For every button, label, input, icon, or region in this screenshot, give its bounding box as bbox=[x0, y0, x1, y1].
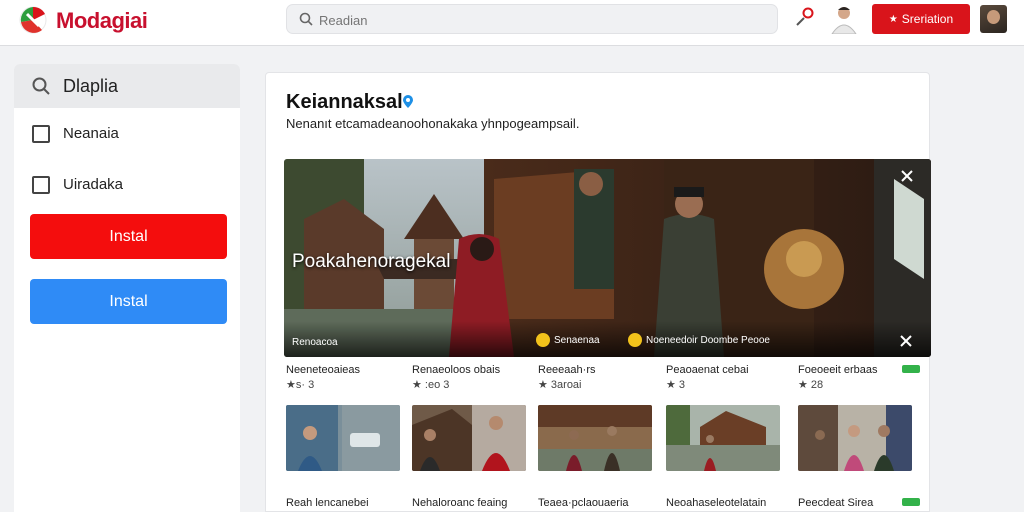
thumbnail[interactable] bbox=[286, 405, 400, 471]
cta-label: Sreriation bbox=[901, 12, 954, 26]
list-item-meta[interactable]: Renaeoloos obais ★ :eo 3 bbox=[412, 363, 542, 393]
filter-label: Uiradaka bbox=[63, 176, 124, 193]
list-item-title[interactable]: Peecdeat Sirea bbox=[798, 497, 873, 509]
user-profile-icon[interactable] bbox=[826, 4, 862, 34]
thumbnail[interactable] bbox=[538, 405, 652, 471]
close-icon[interactable] bbox=[900, 335, 912, 347]
item-title: Peaoaenat cebai bbox=[666, 364, 749, 376]
thumbnail[interactable] bbox=[412, 405, 526, 471]
install-button-red[interactable]: Instal bbox=[30, 214, 227, 259]
thumbnail-image bbox=[412, 405, 526, 471]
list-item-meta[interactable]: Reeeaah·rs ★ 3aroai bbox=[538, 363, 668, 393]
sidebar: Dlaplia Neanaia Uiradaka Instal Instal bbox=[14, 64, 240, 512]
top-bar: Modagiai ★ Sreriation bbox=[0, 0, 1024, 46]
search-input[interactable] bbox=[319, 9, 759, 31]
thumbnail-image bbox=[286, 405, 400, 471]
hero-caption: Poakahenoragekal bbox=[292, 251, 451, 272]
badge-icon bbox=[536, 333, 550, 347]
page-subtitle: Nenanıt etcamadeanoohonakaka yhnpogeamps… bbox=[286, 116, 580, 131]
close-icon[interactable] bbox=[900, 169, 914, 183]
hero-chip-label: Noeneedoir Doombe Peooe bbox=[646, 334, 770, 346]
thumbnail-image bbox=[798, 405, 912, 471]
install-button-blue[interactable]: Instal bbox=[30, 279, 227, 324]
status-badge bbox=[902, 365, 920, 373]
hero-footer-label: Renoacoa bbox=[292, 337, 338, 348]
hero-chip-label: Senaenaa bbox=[554, 334, 600, 346]
avatar[interactable] bbox=[980, 5, 1007, 33]
brand-name[interactable]: Modagiai bbox=[56, 8, 148, 34]
location-pin-icon[interactable] bbox=[794, 6, 816, 28]
status-badge bbox=[902, 498, 920, 506]
hero-chip[interactable]: Senaenaa bbox=[536, 333, 600, 347]
list-item-title[interactable]: Reah lencanebei bbox=[286, 497, 369, 509]
item-rating: ★ 28 bbox=[798, 379, 824, 391]
list-item-title[interactable]: Teaea·pclaouaeria bbox=[538, 497, 629, 509]
sidebar-search[interactable]: Dlaplia bbox=[14, 64, 240, 108]
item-title: Renaeoloos obais bbox=[412, 364, 501, 376]
filter-checkbox[interactable] bbox=[32, 125, 50, 143]
search-icon bbox=[32, 77, 50, 95]
list-item-title[interactable]: Neoahaseleotelatain bbox=[666, 497, 766, 509]
sidebar-search-label: Dlaplia bbox=[63, 76, 119, 96]
item-rating: ★ :eo 3 bbox=[412, 379, 450, 391]
cta-button[interactable]: ★ Sreriation bbox=[872, 4, 970, 34]
item-rating: ★ 3 bbox=[666, 379, 686, 391]
search-icon bbox=[299, 12, 313, 26]
hero-footer: Renoacoa Senaenaa Noeneedoir Doombe Peoo… bbox=[284, 321, 931, 357]
filter-row[interactable]: Uiradaka bbox=[32, 173, 232, 197]
list-item-meta[interactable]: Neeneteoaieas ★s· 3 bbox=[286, 363, 416, 393]
main-card: Keiannaksal Nenanıt etcamadeanoohonakaka… bbox=[265, 72, 931, 512]
thumbnail[interactable] bbox=[666, 405, 780, 471]
verified-pin-icon bbox=[403, 95, 413, 108]
list-item-meta[interactable]: Peaoaenat cebai ★ 3 bbox=[666, 363, 796, 393]
hero-banner[interactable]: Poakahenoragekal Renoacoa Senaenaa Noene… bbox=[284, 159, 931, 357]
list-item-title[interactable]: Nehaloroanc feaing bbox=[412, 497, 507, 509]
thumbnail[interactable] bbox=[798, 405, 912, 471]
thumbnail-image bbox=[538, 405, 652, 471]
item-rating: ★ 3aroai bbox=[538, 379, 582, 391]
item-title: Reeeaah·rs bbox=[538, 364, 596, 376]
badge-icon bbox=[628, 333, 642, 347]
filter-row[interactable]: Neanaia bbox=[32, 122, 232, 146]
hero-chip[interactable]: Noeneedoir Doombe Peooe bbox=[628, 333, 770, 347]
page-title: Keiannaksal bbox=[286, 91, 403, 113]
search-bar[interactable] bbox=[286, 4, 778, 34]
item-title: Neeneteoaieas bbox=[286, 364, 361, 376]
brand-logo-icon[interactable] bbox=[18, 4, 48, 36]
filter-checkbox[interactable] bbox=[32, 176, 50, 194]
filter-label: Neanaia bbox=[63, 125, 119, 142]
thumbnail-image bbox=[666, 405, 780, 471]
item-rating: ★s· 3 bbox=[286, 379, 315, 391]
star-icon: ★ bbox=[888, 13, 898, 25]
